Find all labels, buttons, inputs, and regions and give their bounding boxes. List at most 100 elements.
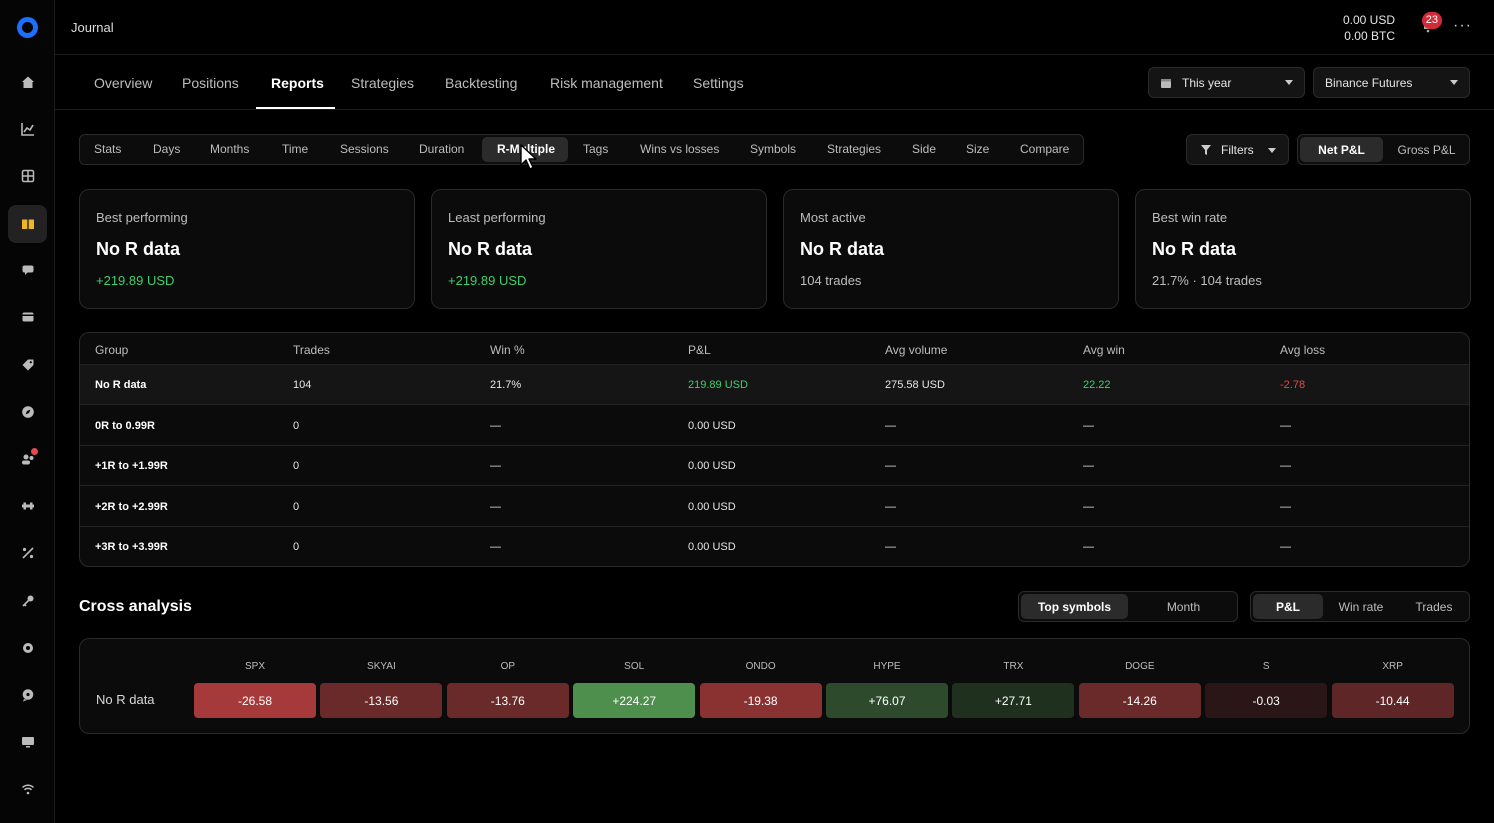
report-tab-stats[interactable]: Stats [94, 142, 121, 156]
report-tab-months[interactable]: Months [210, 142, 249, 156]
heatmap-cell[interactable]: -13.56 [320, 683, 443, 718]
symbol-label: TRX [1003, 661, 1024, 672]
key-icon [21, 595, 33, 607]
sidebar-item-tag[interactable] [8, 346, 47, 384]
heatmap-cell[interactable]: -19.38 [699, 683, 822, 718]
cell-trades: 0 [293, 419, 300, 432]
heatmap-cell[interactable]: +76.07 [826, 683, 948, 718]
sidebar-item-community[interactable] [8, 440, 47, 478]
notification-badge[interactable]: 23 [1421, 12, 1442, 29]
table-row[interactable]: +1R to +1.99R 0 — 0.00 USD — — — [80, 446, 1469, 486]
col-avg-loss[interactable]: Avg loss [1280, 343, 1325, 357]
sidebar-item-chart[interactable] [8, 110, 47, 148]
top-symbols-button[interactable]: Top symbols [1021, 594, 1128, 619]
col-avg-win[interactable]: Avg win [1083, 343, 1125, 357]
report-tab-compare[interactable]: Compare [1020, 142, 1069, 156]
report-tab-days[interactable]: Days [153, 142, 180, 156]
report-tab-strategies[interactable]: Strategies [827, 142, 881, 156]
cell-group: +1R to +1.99R [95, 460, 168, 472]
heatmap-cell[interactable]: -10.44 [1331, 683, 1454, 718]
tab-reports[interactable]: Reports [271, 75, 324, 91]
sidebar-item-key[interactable] [8, 582, 47, 620]
symbol-label: XRP [1382, 661, 1403, 672]
cell-avg-loss: -2.78 [1280, 379, 1306, 391]
col-avg-volume[interactable]: Avg volume [885, 343, 947, 357]
tab-strategies[interactable]: Strategies [351, 75, 414, 91]
sidebar-item-journal[interactable] [8, 205, 47, 243]
sidebar-item-support[interactable] [8, 676, 47, 714]
pnl-metric-button[interactable]: P&L [1253, 594, 1323, 619]
exchange-dropdown[interactable]: Binance Futures [1313, 67, 1470, 98]
heatmap-cell[interactable]: -26.58 [194, 683, 316, 718]
win-rate-metric-button[interactable]: Win rate [1325, 594, 1397, 619]
heatmap-cell[interactable]: +27.71 [952, 683, 1075, 718]
table-row[interactable]: 0R to 0.99R 0 — 0.00 USD — — — [80, 406, 1469, 446]
trades-metric-button[interactable]: Trades [1399, 594, 1469, 619]
report-tab-wins-vs-losses[interactable]: Wins vs losses [640, 142, 719, 156]
sidebar-item-home[interactable] [8, 63, 47, 101]
card-value: No R data [800, 239, 885, 259]
card-sub: 21.7% · 104 trades [1152, 273, 1262, 288]
filter-icon [1201, 145, 1211, 155]
cell-volume: 275.58 USD [885, 379, 945, 391]
cell-win: — [490, 500, 501, 513]
sidebar-item-wallet[interactable] [8, 298, 47, 336]
sidebar-item-percent[interactable] [8, 534, 47, 572]
sidebar-item-grid[interactable] [8, 157, 47, 195]
exchange-value: Binance Futures [1325, 75, 1413, 90]
report-tab-duration[interactable]: Duration [419, 142, 464, 156]
cell-volume: — [885, 419, 896, 432]
card-label: Best performing [96, 210, 188, 225]
table-row[interactable]: +3R to +3.99R 0 — 0.00 USD — — — [80, 527, 1469, 566]
sidebar-item-settings[interactable] [8, 629, 47, 667]
main-nav: Overview Positions Reports Strategies Ba… [55, 55, 1494, 110]
col-pnl[interactable]: P&L [688, 343, 711, 357]
report-tab-side[interactable]: Side [912, 142, 936, 156]
cell-trades: 104 [293, 379, 312, 391]
app-logo[interactable] [17, 17, 38, 38]
col-group[interactable]: Group [95, 343, 128, 357]
cell-avg-win: — [1083, 541, 1094, 553]
gross-pnl-button[interactable]: Gross P&L [1385, 137, 1468, 162]
chevron-down-icon [1450, 80, 1458, 85]
tab-risk-management[interactable]: Risk management [550, 75, 663, 91]
tab-settings[interactable]: Settings [693, 75, 744, 91]
sidebar-item-tools[interactable] [8, 487, 47, 525]
table-row[interactable]: +2R to +2.99R 0 — 0.00 USD — — — [80, 487, 1469, 527]
symbol-label: SOL [624, 661, 645, 672]
cell-pnl: 219.89 USD [688, 379, 748, 391]
heatmap-cell[interactable]: -13.76 [446, 683, 569, 718]
more-menu-icon[interactable]: ··· [1453, 17, 1472, 35]
sidebar-item-wifi[interactable] [8, 770, 47, 808]
filters-button[interactable]: Filters [1186, 134, 1289, 165]
report-tab-time[interactable]: Time [282, 142, 308, 156]
sidebar-item-monitor[interactable] [8, 723, 47, 761]
symbol-label: ONDO [745, 661, 776, 672]
wallet-icon [22, 312, 33, 322]
report-tab-tags[interactable]: Tags [583, 142, 608, 156]
net-pnl-button[interactable]: Net P&L [1300, 137, 1383, 162]
sidebar-item-chat[interactable] [8, 251, 47, 289]
cell-win: — [490, 419, 501, 432]
report-tab-sessions[interactable]: Sessions [340, 142, 389, 156]
heatmap-cell[interactable]: -0.03 [1205, 683, 1328, 718]
cell-pnl: 0.00 USD [688, 419, 736, 432]
col-trades[interactable]: Trades [293, 343, 330, 357]
month-button[interactable]: Month [1130, 594, 1237, 619]
sidebar-item-compass[interactable] [8, 393, 47, 431]
card-value: No R data [448, 239, 533, 259]
tab-overview[interactable]: Overview [94, 75, 152, 91]
report-tab-symbols[interactable]: Symbols [750, 142, 796, 156]
cell-avg-win: — [1083, 419, 1094, 432]
heatmap-cell[interactable]: -14.26 [1078, 683, 1201, 718]
cell-trades: 0 [293, 541, 300, 553]
table-row[interactable]: No R data 104 21.7% 219.89 USD 275.58 USD 22.… [80, 365, 1469, 405]
report-tab-size[interactable]: Size [966, 142, 989, 156]
symbol-label: OP [500, 661, 516, 672]
period-dropdown[interactable]: This year [1148, 67, 1305, 98]
tab-backtesting[interactable]: Backtesting [445, 75, 517, 91]
col-win[interactable]: Win % [490, 343, 525, 357]
pnl-mode-toggle: Net P&L Gross P&L [1297, 134, 1470, 165]
tab-positions[interactable]: Positions [182, 75, 239, 91]
heatmap-cell[interactable]: +224.27 [573, 683, 696, 718]
